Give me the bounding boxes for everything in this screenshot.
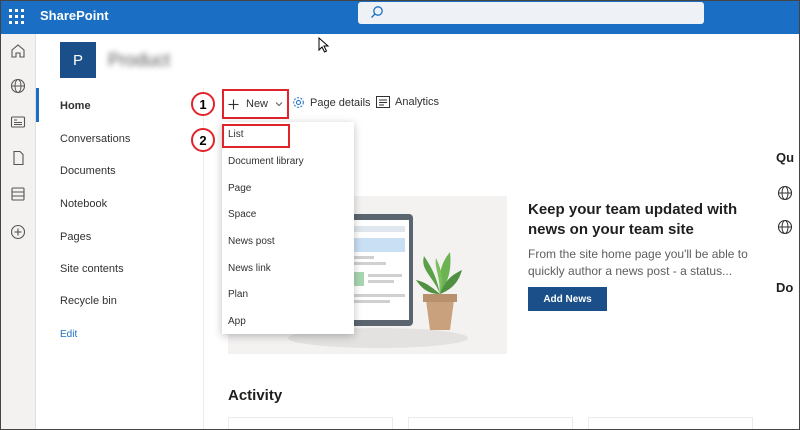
- nav-edit-link[interactable]: Edit: [60, 329, 77, 340]
- globe-icon[interactable]: [9, 77, 27, 95]
- menu-item-app[interactable]: App: [228, 316, 246, 327]
- site-logo[interactable]: P: [60, 42, 96, 78]
- step-1-annotation: 1: [191, 92, 215, 116]
- quick-links-heading: Qu: [776, 150, 795, 165]
- nav-item-home[interactable]: Home: [60, 100, 91, 112]
- menu-item-news-link[interactable]: News link: [228, 263, 271, 274]
- activity-heading: Activity: [228, 387, 283, 404]
- menu-item-list[interactable]: List: [228, 129, 244, 140]
- lists-icon[interactable]: [9, 185, 27, 203]
- nav-item-recycle-bin[interactable]: Recycle bin: [60, 295, 117, 307]
- menu-item-document-library[interactable]: Document library: [228, 156, 304, 167]
- globe-icon[interactable]: [777, 219, 793, 235]
- create-icon[interactable]: [9, 223, 27, 241]
- menu-item-page[interactable]: Page: [228, 183, 251, 194]
- news-description: From the site home page you'll be able t…: [528, 247, 748, 278]
- suite-bar: SharePoint: [0, 0, 800, 34]
- activity-card[interactable]: [408, 417, 573, 430]
- plus-icon: [228, 99, 239, 109]
- nav-item-conversations[interactable]: Conversations: [60, 133, 130, 145]
- analytics-icon: [376, 96, 390, 108]
- documents-heading: Do: [776, 280, 794, 295]
- menu-item-news-post[interactable]: News post: [228, 236, 275, 247]
- new-button[interactable]: New: [222, 89, 289, 119]
- new-dropdown-menu: List Document library Page Space News po…: [222, 122, 354, 334]
- search-icon: [371, 6, 383, 18]
- app-launcher-icon[interactable]: [9, 9, 25, 25]
- globe-icon[interactable]: [777, 185, 793, 201]
- home-icon[interactable]: [9, 42, 27, 60]
- gear-icon: [293, 97, 304, 108]
- analytics-button[interactable]: Analytics: [376, 96, 439, 108]
- page-details-label: Page details: [310, 96, 371, 109]
- add-news-button[interactable]: Add News: [528, 287, 607, 311]
- nav-item-site-contents[interactable]: Site contents: [60, 263, 124, 275]
- activity-card[interactable]: [588, 417, 753, 430]
- page-details-button[interactable]: Page details: [292, 96, 371, 109]
- app-name[interactable]: SharePoint: [40, 8, 109, 23]
- analytics-label: Analytics: [395, 96, 440, 108]
- mouse-cursor-icon: [318, 37, 330, 53]
- nav-item-notebook[interactable]: Notebook: [60, 198, 107, 210]
- step-2-annotation: 2: [191, 128, 215, 152]
- site-navigation: Home Conversations Documents Notebook Pa…: [36, 88, 204, 430]
- site-name: Product: [108, 50, 171, 70]
- nav-item-pages[interactable]: Pages: [60, 231, 91, 243]
- chevron-down-icon: [275, 102, 283, 107]
- menu-item-plan[interactable]: Plan: [228, 289, 248, 300]
- app-rail: [0, 34, 36, 430]
- news-heading: Keep your team updated with news on your…: [528, 201, 738, 238]
- news-icon[interactable]: [9, 113, 27, 131]
- new-button-label: New: [246, 98, 269, 110]
- active-indicator: [36, 88, 39, 122]
- nav-item-documents[interactable]: Documents: [60, 165, 116, 177]
- activity-card[interactable]: [228, 417, 393, 430]
- menu-item-space[interactable]: Space: [228, 209, 256, 220]
- search-input[interactable]: [358, 2, 704, 24]
- document-icon[interactable]: [9, 149, 27, 167]
